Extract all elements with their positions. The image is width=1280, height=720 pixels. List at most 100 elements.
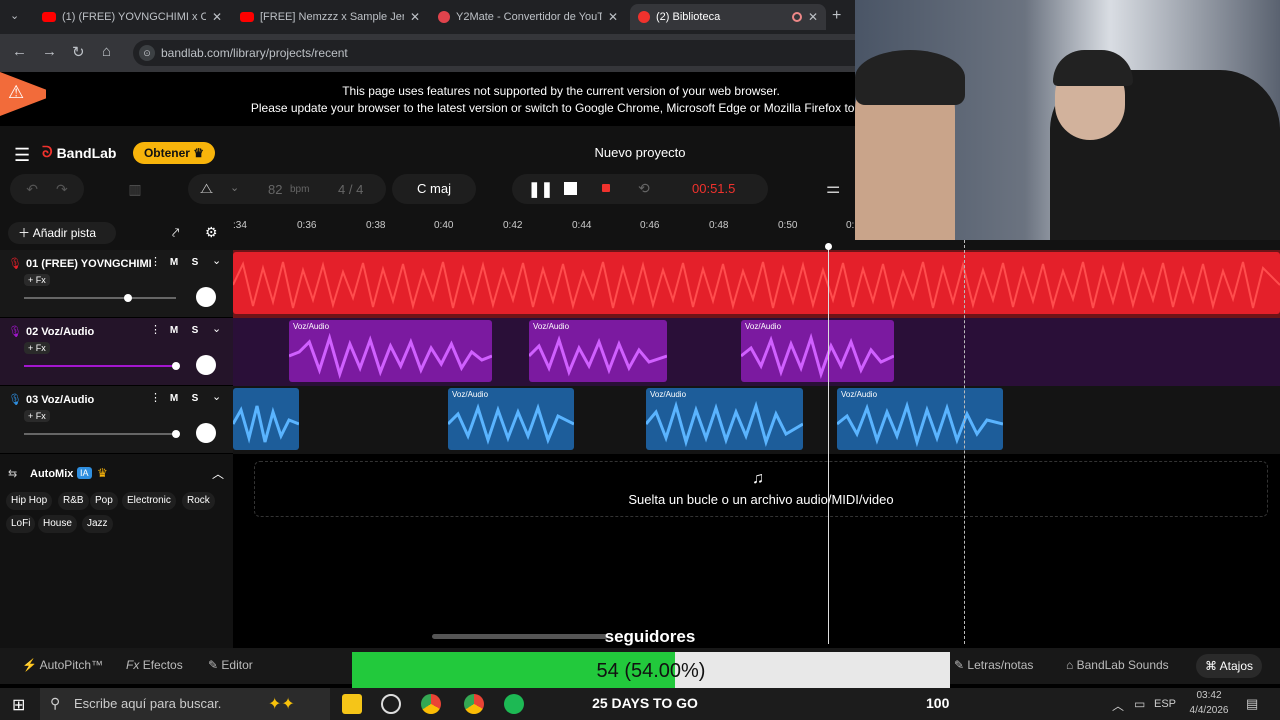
track-header-2[interactable]: 🎙 02 Voz/Audio + Fx ⋮ M S ⌄ — [0, 318, 233, 386]
volume-handle[interactable] — [172, 430, 180, 438]
reload-icon[interactable]: ↻ — [72, 43, 85, 61]
close-icon[interactable]: ✕ — [608, 10, 618, 24]
clock-date[interactable]: 4/4/2026 — [1184, 705, 1234, 716]
automation-icon[interactable]: ⤤ — [172, 225, 179, 241]
network-icon[interactable]: ▭ — [1134, 697, 1145, 711]
track-header-3[interactable]: 🎙 03 Voz/Audio + Fx ⋮ M S ⌄ — [0, 386, 233, 454]
track-name[interactable]: 03 Voz/Audio — [26, 394, 94, 406]
track-name[interactable]: 01 (FREE) YOVNGCHIMI — [26, 258, 152, 270]
pan-knob[interactable] — [196, 287, 216, 307]
windows-start-icon[interactable]: ⊞ — [12, 695, 25, 715]
close-icon[interactable]: ✕ — [808, 10, 818, 24]
more-icon[interactable]: ⋮ — [150, 391, 161, 404]
redo-icon[interactable]: ↷ — [56, 181, 68, 198]
autopitch-button[interactable]: ⚡ AutoPitch™ — [22, 658, 103, 672]
volume-handle[interactable] — [124, 294, 132, 302]
chrome-icon[interactable] — [421, 694, 441, 714]
genre-rnb[interactable]: R&B — [58, 492, 89, 510]
genre-lofi[interactable]: LoFi — [6, 515, 36, 533]
effects-button[interactable]: Fx Efectos — [126, 658, 183, 672]
taskbar-search[interactable]: ⚲ Escribe aquí para buscar. ✦✦ — [40, 688, 330, 720]
get-membership-button[interactable]: Obtener ♛ — [133, 142, 215, 164]
browser-tab-1[interactable]: (1) (FREE) YOVNGCHIMI x CDot ✕ — [34, 4, 230, 30]
chrome-active-icon[interactable] — [464, 694, 484, 714]
audio-clip[interactable]: Voz/Audio — [646, 388, 803, 450]
bandlab-logo[interactable]: ᘐ BandLab — [42, 144, 116, 161]
playhead-handle[interactable] — [825, 243, 832, 250]
project-title[interactable]: Nuevo proyecto — [560, 145, 720, 160]
genre-jazz[interactable]: Jazz — [82, 515, 113, 533]
audio-clip[interactable] — [233, 388, 299, 450]
chevron-down-icon[interactable]: ⌄ — [230, 181, 239, 194]
audio-clip[interactable]: Voz/Audio — [837, 388, 1003, 450]
pan-knob[interactable] — [196, 355, 216, 375]
genre-electronic[interactable]: Electronic — [122, 492, 176, 510]
bpm-value[interactable]: 82 — [268, 182, 282, 197]
mute-button[interactable]: M — [166, 391, 182, 407]
clock-time[interactable]: 03:42 — [1186, 690, 1232, 701]
genre-pop[interactable]: Pop — [90, 492, 118, 510]
obs-icon[interactable] — [381, 694, 401, 714]
tab-search-icon[interactable]: ⌄ — [10, 9, 19, 22]
chevron-down-icon[interactable]: ⌄ — [212, 322, 221, 335]
shortcuts-button[interactable]: ⌘ Atajos — [1196, 654, 1263, 678]
genre-rock[interactable]: Rock — [182, 492, 215, 510]
notification-icon[interactable]: ▤ — [1246, 696, 1258, 712]
mute-button[interactable]: M — [166, 323, 182, 339]
file-explorer-icon[interactable] — [342, 694, 362, 714]
audio-clip[interactable]: Voz/Audio — [529, 320, 667, 382]
audio-clip[interactable]: Voz/Audio — [741, 320, 894, 382]
chevron-up-icon[interactable]: ︿ — [1112, 697, 1124, 714]
sounds-button[interactable]: ⌂ BandLab Sounds — [1066, 658, 1169, 672]
volume-slider[interactable] — [24, 362, 180, 370]
track-lane-1[interactable] — [233, 250, 1280, 318]
playhead[interactable] — [828, 246, 829, 644]
more-icon[interactable]: ⋮ — [150, 255, 161, 268]
track-header-1[interactable]: 🎙 01 (FREE) YOVNGCHIMI + Fx ⋮ M S ⌄ — [0, 250, 233, 318]
url-field[interactable]: ⊙ bandlab.com/library/projects/recent — [133, 40, 873, 66]
close-icon[interactable]: ✕ — [410, 10, 420, 24]
record-icon[interactable] — [602, 184, 610, 192]
mute-button[interactable]: M — [166, 255, 182, 271]
add-track-button[interactable]: ＋ Añadir pista — [8, 222, 116, 244]
volume-slider[interactable] — [24, 294, 176, 302]
key-selector[interactable]: C maj — [392, 174, 476, 204]
loop-icon[interactable]: ⟲ — [638, 180, 650, 197]
solo-button[interactable]: S — [187, 323, 203, 339]
chevron-up-icon[interactable]: ︿ — [212, 465, 224, 482]
solo-button[interactable]: S — [187, 255, 203, 271]
settings-sliders-icon[interactable]: ⚙ — [205, 224, 218, 241]
mixer-icon[interactable]: ⚌ — [826, 178, 840, 198]
metronome-icon[interactable]: ⧍ — [200, 180, 213, 197]
audio-clip[interactable] — [233, 252, 1280, 314]
solo-button[interactable]: S — [187, 391, 203, 407]
menu-icon[interactable]: ☰ — [14, 145, 30, 166]
close-icon[interactable]: ✕ — [212, 10, 222, 24]
piano-icon[interactable]: ▥ — [118, 174, 152, 204]
chevron-down-icon[interactable]: ⌄ — [212, 254, 221, 267]
track-name[interactable]: 02 Voz/Audio — [26, 326, 94, 338]
more-icon[interactable]: ⋮ — [150, 323, 161, 336]
audio-clip[interactable]: Voz/Audio — [448, 388, 574, 450]
audio-clip[interactable]: Voz/Audio — [289, 320, 492, 382]
track-lane-3[interactable]: Voz/Audio Voz/Audio Voz/Audio — [233, 386, 1280, 454]
lyrics-button[interactable]: ✎ Letras/notas — [954, 658, 1033, 672]
spotify-icon[interactable] — [504, 694, 524, 714]
chevron-down-icon[interactable]: ⌄ — [212, 390, 221, 403]
forward-icon[interactable]: → — [42, 43, 57, 60]
back-icon[interactable]: ← — [12, 43, 27, 60]
volume-handle[interactable] — [172, 362, 180, 370]
new-tab-icon[interactable]: + — [832, 7, 841, 25]
pause-icon[interactable]: ❚❚ — [528, 180, 553, 198]
time-signature[interactable]: 4 / 4 — [338, 182, 363, 197]
track-lane-2[interactable]: Voz/Audio Voz/Audio Voz/Audio — [233, 318, 1280, 386]
browser-tab-2[interactable]: [FREE] Nemzzz x Sample Jerk Ty ✕ — [232, 4, 428, 30]
add-fx-button[interactable]: + Fx — [24, 342, 50, 354]
browser-tab-3[interactable]: Y2Mate - Convertidor de YouTu ✕ — [430, 4, 626, 30]
genre-hip-hop[interactable]: Hip Hop — [6, 492, 53, 510]
genre-house[interactable]: House — [38, 515, 77, 533]
add-fx-button[interactable]: + Fx — [24, 410, 50, 422]
stop-icon[interactable] — [564, 182, 577, 195]
site-info-icon[interactable]: ⊙ — [139, 45, 155, 61]
undo-icon[interactable]: ↶ — [26, 181, 38, 198]
